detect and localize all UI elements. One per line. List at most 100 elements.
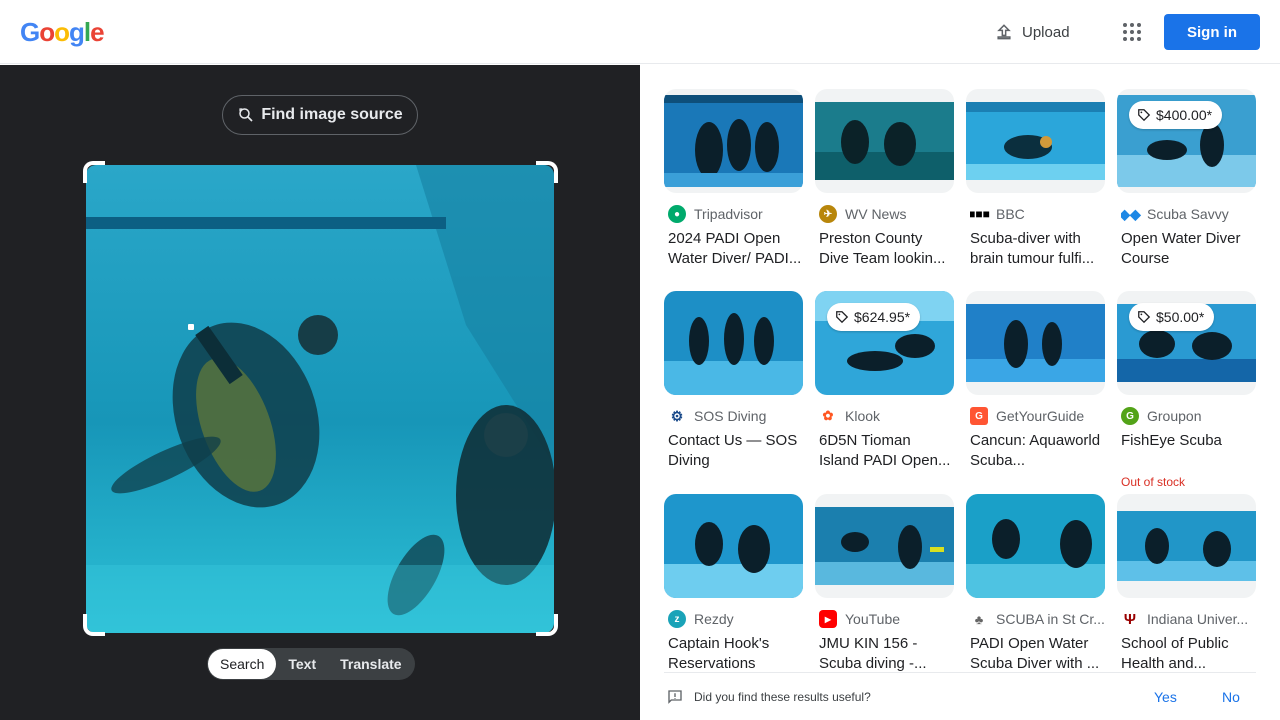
result-source: ◆◆ Scuba Savvy [1121, 205, 1256, 223]
result-card[interactable]: ♣ SCUBA in St Cr... PADI Open Water Scuba… [966, 494, 1105, 672]
result-card[interactable]: ✈ WV News Preston County Dive Team lookin… [815, 89, 954, 267]
feedback-bar: Did you find these results useful? Yes N… [664, 672, 1256, 720]
result-thumbnail[interactable] [966, 494, 1105, 598]
result-card[interactable]: ⚙ SOS Diving Contact Us — SOS Diving [664, 291, 803, 469]
logo-letter: G [20, 17, 40, 47]
source-name: YouTube [845, 611, 901, 627]
upload-button[interactable]: Upload [982, 14, 1082, 50]
result-card[interactable]: ● Tripadvisor 2024 PADI Open Water Diver/… [664, 89, 803, 267]
result-title[interactable]: PADI Open Water Scuba Diver with ... [970, 634, 1105, 674]
object-selection-dot[interactable] [188, 324, 194, 330]
results-panel: ● Tripadvisor 2024 PADI Open Water Diver/… [640, 65, 1280, 720]
lens-mode-tabs: Search Text Translate [207, 648, 415, 680]
result-title[interactable]: Open Water Diver Course [1121, 229, 1256, 269]
price-tag-icon [1138, 311, 1151, 324]
google-logo[interactable]: Google [20, 17, 105, 48]
price-tag-icon [836, 311, 849, 324]
wv-news-icon: ✈ [819, 205, 837, 223]
result-card[interactable]: $50.00* G Groupon FishEye Scuba Out of st… [1117, 291, 1256, 489]
result-card[interactable]: ▶ YouTube JMU KIN 156 - Scuba diving -... [815, 494, 954, 672]
source-name: Indiana Univer... [1147, 611, 1249, 627]
result-thumbnail[interactable] [1117, 494, 1256, 598]
result-source: ♣ SCUBA in St Cr... [970, 610, 1105, 628]
source-name: WV News [845, 206, 907, 222]
result-thumbnail[interactable]: $624.95* [815, 291, 954, 395]
tab-search[interactable]: Search [208, 649, 277, 679]
result-title[interactable]: Contact Us — SOS Diving [668, 431, 803, 471]
source-name: Scuba Savvy [1147, 206, 1229, 222]
result-thumbnail[interactable] [664, 494, 803, 598]
result-title[interactable]: School of Public Health and... [1121, 634, 1256, 674]
result-thumbnail[interactable] [664, 291, 803, 395]
price-text: $50.00* [1156, 309, 1205, 325]
bbc-icon: ■■■ [970, 207, 990, 221]
result-thumbnail[interactable] [966, 291, 1105, 395]
stock-status: Out of stock [1121, 475, 1186, 489]
result-title[interactable]: Cancun: Aquaworld Scuba... [970, 431, 1105, 471]
crop-handle-top-left[interactable] [83, 161, 105, 183]
result-title[interactable]: JMU KIN 156 - Scuba diving -... [819, 634, 954, 674]
result-source: ⚙ SOS Diving [668, 407, 803, 425]
query-image[interactable] [86, 165, 554, 633]
price-text: $624.95* [854, 309, 911, 325]
result-thumbnail[interactable]: $50.00* [1117, 291, 1256, 395]
result-title[interactable]: Scuba-diver with brain tumour fulfi... [970, 229, 1105, 269]
source-name: GetYourGuide [996, 408, 1085, 424]
result-source: z Rezdy [668, 610, 803, 628]
groupon-icon: G [1121, 407, 1139, 425]
google-apps-icon[interactable] [1116, 16, 1148, 48]
result-source: ● Tripadvisor [668, 205, 803, 223]
sign-in-button[interactable]: Sign in [1164, 14, 1260, 50]
upload-icon [997, 24, 1011, 40]
sos-diving-icon: ⚙ [670, 407, 684, 424]
result-thumbnail[interactable]: $400.00* [1117, 89, 1256, 193]
scuba-savvy-icon: ◆◆ [1121, 205, 1141, 222]
logo-letter: o [39, 17, 55, 47]
result-card[interactable]: $624.95* ✿ Klook 6D5N Tioman Island PADI … [815, 291, 954, 469]
result-title[interactable]: 6D5N Tioman Island PADI Open... [819, 431, 954, 471]
crop-handle-bottom-left[interactable] [83, 614, 105, 636]
result-title[interactable]: Captain Hook's Reservations [668, 634, 803, 674]
price-badge: $400.00* [1129, 101, 1223, 129]
result-source: G GetYourGuide [970, 407, 1105, 425]
feedback-no-button[interactable]: No [1222, 689, 1240, 705]
crop-handle-bottom-right[interactable] [536, 614, 558, 636]
crop-handle-top-right[interactable] [536, 161, 558, 183]
query-image-panel: Find image source Search Text Translate [0, 65, 640, 720]
upload-label: Upload [1022, 23, 1070, 41]
tripadvisor-icon: ● [668, 205, 686, 223]
result-thumbnail[interactable] [966, 89, 1105, 193]
find-image-source-button[interactable]: Find image source [222, 95, 418, 135]
logo-letter: g [69, 17, 85, 47]
scuba-st-croix-icon: ♣ [974, 611, 984, 627]
result-title[interactable]: Preston County Dive Team lookin... [819, 229, 954, 269]
result-card[interactable]: ■■■ BBC Scuba-diver with brain tumour ful… [966, 89, 1105, 267]
result-source: ✿ Klook [819, 407, 954, 425]
klook-icon: ✿ [822, 408, 834, 423]
indiana-university-icon: Ψ [1123, 610, 1137, 628]
source-name: Rezdy [694, 611, 734, 627]
source-name: Tripadvisor [694, 206, 763, 222]
price-text: $400.00* [1156, 107, 1213, 123]
source-name: Klook [845, 408, 881, 424]
result-thumbnail[interactable] [815, 89, 954, 193]
result-source: ■■■ BBC [970, 205, 1105, 223]
result-card[interactable]: Ψ Indiana Univer... School of Public Heal… [1117, 494, 1256, 672]
result-title[interactable]: 2024 PADI Open Water Diver/ PADI... [668, 229, 803, 269]
getyourguide-icon: G [970, 407, 988, 425]
result-card[interactable]: z Rezdy Captain Hook's Reservations [664, 494, 803, 672]
rezdy-icon: z [668, 610, 686, 628]
tab-translate[interactable]: Translate [328, 649, 413, 679]
result-card[interactable]: $400.00* ◆◆ Scuba Savvy Open Water Diver … [1117, 89, 1256, 267]
result-thumbnail[interactable] [664, 89, 803, 193]
source-name: Groupon [1147, 408, 1202, 424]
tab-text[interactable]: Text [276, 649, 328, 679]
price-badge: $50.00* [1129, 303, 1215, 331]
result-title[interactable]: FishEye Scuba [1121, 431, 1256, 451]
price-badge: $624.95* [827, 303, 921, 331]
youtube-icon: ▶ [819, 610, 837, 628]
result-thumbnail[interactable] [815, 494, 954, 598]
lens-search-icon [239, 108, 253, 122]
feedback-yes-button[interactable]: Yes [1154, 689, 1177, 705]
result-card[interactable]: G GetYourGuide Cancun: Aquaworld Scuba... [966, 291, 1105, 469]
